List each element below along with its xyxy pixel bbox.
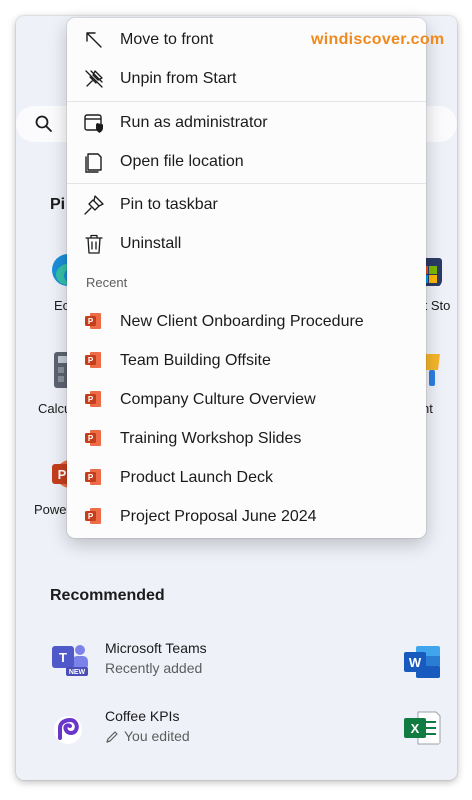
menu-item-uninstall[interactable]: Uninstall — [67, 224, 426, 262]
recommended-subtitle: Recently added — [105, 660, 203, 676]
powerpoint-file-icon: P — [85, 430, 101, 446]
menu-item-label: Unpin from Start — [120, 70, 237, 87]
recommended-title: Coffee KPIs — [105, 708, 180, 724]
excel-icon[interactable]: X — [402, 710, 442, 746]
recent-item-label: New Client Onboarding Procedure — [120, 313, 364, 330]
recommended-heading: Recommended — [50, 587, 165, 604]
menu-item-label: Move to front — [120, 31, 214, 48]
menu-item-label: Pin to taskbar — [120, 196, 218, 213]
menu-item-run-as-administrator[interactable]: Run as administrator — [67, 103, 426, 141]
menu-separator — [67, 183, 426, 184]
word-icon[interactable]: W — [402, 644, 442, 680]
powerpoint-file-icon: P — [85, 469, 101, 485]
svg-text:P: P — [58, 467, 67, 482]
recent-item[interactable]: P New Client Onboarding Procedure — [67, 302, 426, 340]
recent-item-label: Training Workshop Slides — [120, 430, 302, 447]
menu-item-label: Run as administrator — [120, 114, 268, 131]
powerpoint-file-icon: P — [85, 313, 101, 329]
menu-separator — [67, 101, 426, 102]
menu-item-unpin-from-start[interactable]: Unpin from Start — [67, 59, 426, 97]
watermark: windiscover.com — [311, 31, 445, 48]
loop-icon — [54, 716, 82, 744]
recent-item[interactable]: P Team Building Offsite — [67, 341, 426, 379]
powerpoint-file-icon: P — [85, 508, 101, 524]
context-menu: Move to front Unpin from Start Run as ad… — [67, 18, 426, 538]
move-to-front-icon — [86, 32, 102, 48]
recent-item-label: Team Building Offsite — [120, 352, 271, 369]
svg-text:P: P — [88, 317, 94, 326]
svg-text:P: P — [88, 395, 94, 404]
svg-text:NEW: NEW — [69, 669, 86, 676]
search-icon — [35, 115, 52, 132]
recent-item[interactable]: P Project Proposal June 2024 — [67, 497, 426, 535]
recent-item[interactable]: P Product Launch Deck — [67, 458, 426, 496]
recent-item-label: Company Culture Overview — [120, 391, 316, 408]
svg-text:X: X — [411, 721, 420, 736]
svg-text:P: P — [88, 434, 94, 443]
recent-item-label: Project Proposal June 2024 — [120, 508, 317, 525]
recent-item[interactable]: P Training Workshop Slides — [67, 419, 426, 457]
powerpoint-file-icon: P — [85, 352, 101, 368]
run-as-admin-icon — [84, 114, 103, 133]
svg-text:P: P — [88, 356, 94, 365]
recommended-title: Microsoft Teams — [105, 640, 207, 656]
recent-item-label: Product Launch Deck — [120, 469, 273, 486]
unpin-icon — [85, 70, 103, 88]
trash-icon — [85, 234, 103, 254]
open-file-location-icon — [85, 153, 102, 173]
svg-text:P: P — [88, 473, 94, 482]
pencil-icon — [106, 731, 118, 743]
pin-icon — [84, 195, 104, 215]
pinned-heading: Pi — [50, 196, 66, 213]
svg-text:T: T — [59, 650, 67, 665]
svg-text:P: P — [88, 512, 94, 521]
teams-icon: T NEW — [52, 645, 88, 676]
recent-item[interactable]: P Company Culture Overview — [67, 380, 426, 418]
recommended-subtitle: You edited — [124, 728, 190, 744]
recent-heading: Recent — [86, 275, 128, 290]
menu-item-open-file-location[interactable]: Open file location — [67, 142, 426, 180]
powerpoint-file-icon: P — [85, 391, 101, 407]
recommended-item-coffee-kpis[interactable]: Coffee KPIs You edited — [46, 706, 306, 750]
pinned-app-label-powerpoint: Powe — [34, 502, 67, 517]
menu-item-label: Open file location — [120, 153, 244, 170]
menu-item-pin-to-taskbar[interactable]: Pin to taskbar — [67, 185, 426, 223]
recommended-item-teams[interactable]: T NEW Microsoft Teams Recently added — [46, 638, 306, 682]
menu-item-label: Uninstall — [120, 235, 182, 252]
svg-text:W: W — [409, 655, 422, 670]
